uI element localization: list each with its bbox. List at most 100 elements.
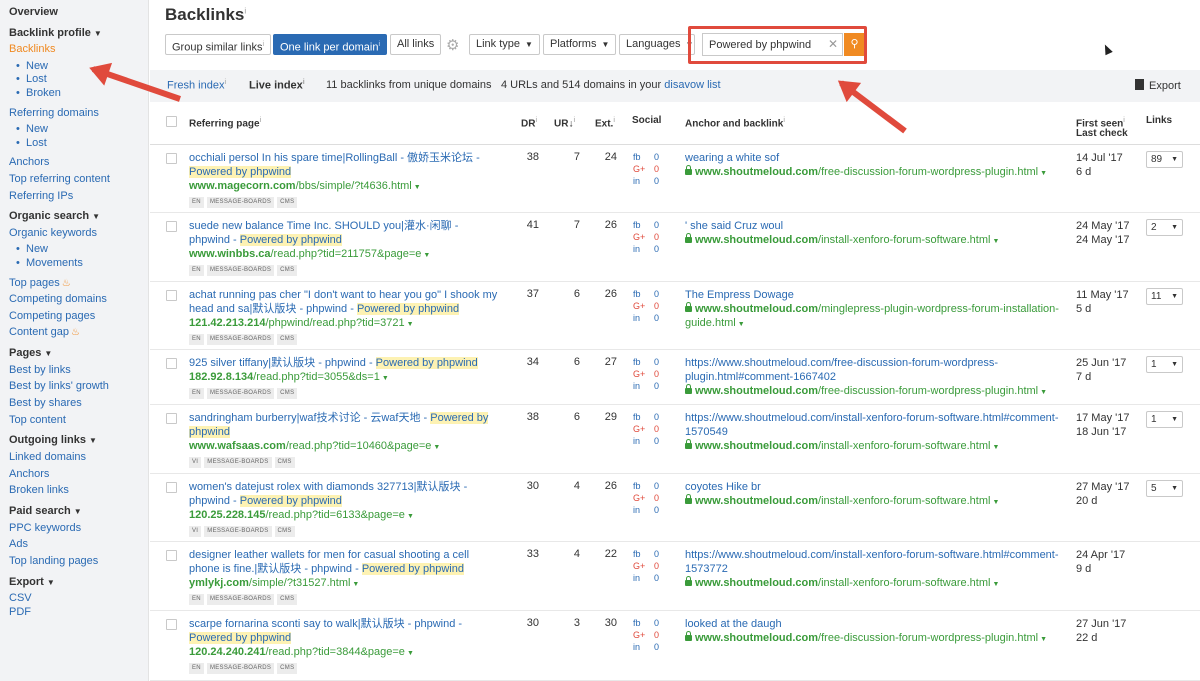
sidebar-section-export[interactable]: Export ▼: [9, 575, 55, 590]
sidebar-item-referring-domains[interactable]: Referring domains: [9, 106, 99, 120]
referring-page-url[interactable]: www.wafsaas.com/read.php?tid=10460&page=…: [189, 439, 501, 455]
chevron-down-icon[interactable]: ▼: [352, 581, 359, 588]
sidebar-item-competing-domains[interactable]: Competing domains: [9, 292, 107, 306]
row-checkbox[interactable]: [166, 221, 177, 232]
chevron-down-icon[interactable]: ▼: [407, 513, 414, 520]
info-icon[interactable]: i: [244, 6, 246, 15]
sidebar-section-pages[interactable]: Pages ▼: [9, 346, 52, 361]
referring-page-url[interactable]: 182.92.8.134/read.php?tid=3055&ds=1 ▼: [189, 370, 501, 386]
anchor-text[interactable]: ' she said Cruz woul: [685, 219, 1060, 233]
sidebar-item-ppc-keywords[interactable]: PPC keywords: [9, 521, 81, 535]
languages-dropdown[interactable]: Languages ▼: [619, 34, 695, 55]
chevron-down-icon[interactable]: ▼: [738, 321, 745, 328]
sidebar-item-refdomains-lost[interactable]: • Lost: [16, 136, 47, 150]
backlink-url[interactable]: www.shoutmeloud.com/install-xenforo-foru…: [685, 576, 1060, 592]
sidebar-item-top-pages[interactable]: Top pages ♨: [9, 276, 71, 291]
link-type-dropdown[interactable]: Link type ▼: [469, 34, 540, 55]
referring-page-title[interactable]: achat running pas cher "I don't want to …: [189, 288, 501, 316]
disavow-list-link[interactable]: disavow list: [664, 79, 720, 91]
chevron-down-icon[interactable]: ▼: [433, 444, 440, 451]
referring-page-title[interactable]: 925 silver tiffany|默认版块 - phpwind - Powe…: [189, 356, 501, 370]
sidebar-item-referring-ips[interactable]: Referring IPs: [9, 189, 73, 203]
sidebar-item-backlinks-new[interactable]: • New: [16, 59, 48, 73]
sidebar-item-csv[interactable]: CSV: [9, 591, 32, 605]
backlink-url[interactable]: www.shoutmeloud.com/install-xenforo-foru…: [685, 439, 1060, 455]
col-ext[interactable]: Ext.i: [595, 115, 615, 130]
col-last-check[interactable]: Last check: [1076, 128, 1128, 140]
links-count-dropdown[interactable]: 2 ▼: [1146, 219, 1183, 236]
backlink-url[interactable]: www.shoutmeloud.com/minglepress-plugin-w…: [685, 302, 1060, 332]
chevron-down-icon[interactable]: ▼: [992, 444, 999, 451]
one-link-per-domain-button[interactable]: One link per domaini: [273, 34, 388, 55]
links-count-dropdown[interactable]: 11 ▼: [1146, 288, 1183, 305]
referring-page-url[interactable]: 120.24.240.241/read.php?tid=3844&page=e ▼: [189, 645, 501, 661]
row-checkbox[interactable]: [166, 482, 177, 493]
sidebar-item-pdf[interactable]: PDF: [9, 605, 31, 619]
sidebar-item-best-by-links-growth[interactable]: Best by links' growth: [9, 379, 109, 393]
referring-page-title[interactable]: scarpe fornarina sconti say to walk|默认版块…: [189, 617, 501, 645]
referring-page-url[interactable]: 121.42.213.214/phpwind/read.php?tid=3721…: [189, 316, 501, 332]
chevron-down-icon[interactable]: ▼: [407, 650, 414, 657]
sidebar-overview[interactable]: Overview: [9, 5, 58, 19]
sidebar-item-outgoing-anchors[interactable]: Anchors: [9, 467, 49, 481]
group-similar-links-button[interactable]: Group similar linksi: [165, 34, 272, 55]
referring-page-url[interactable]: www.winbbs.ca/read.php?tid=211757&page=e…: [189, 247, 501, 263]
links-count-dropdown[interactable]: 1 ▼: [1146, 356, 1183, 373]
row-checkbox[interactable]: [166, 619, 177, 630]
sidebar-item-best-by-shares[interactable]: Best by shares: [9, 396, 82, 410]
col-social[interactable]: Social: [632, 115, 661, 127]
backlink-url[interactable]: www.shoutmeloud.com/free-discussion-foru…: [685, 631, 1060, 647]
sidebar-item-content-gap[interactable]: Content gap ♨: [9, 325, 80, 340]
sidebar-item-broken-links[interactable]: Broken links: [9, 483, 69, 497]
chevron-down-icon[interactable]: ▼: [407, 321, 414, 328]
chevron-down-icon[interactable]: ▼: [992, 581, 999, 588]
col-dr[interactable]: DRi: [521, 115, 537, 130]
sidebar-item-competing-pages[interactable]: Competing pages: [9, 309, 95, 323]
backlink-url[interactable]: www.shoutmeloud.com/install-xenforo-foru…: [685, 233, 1060, 249]
chevron-down-icon[interactable]: ▼: [423, 252, 430, 259]
sidebar-section-paid-search[interactable]: Paid search ▼: [9, 504, 82, 519]
sidebar-item-top-landing-pages[interactable]: Top landing pages: [9, 554, 98, 568]
referring-page-url[interactable]: ymlykj.com/simple/?t31527.html ▼: [189, 576, 501, 592]
sidebar-item-top-content[interactable]: Top content: [9, 413, 66, 427]
row-checkbox[interactable]: [166, 413, 177, 424]
chevron-down-icon[interactable]: ▼: [992, 238, 999, 245]
backlink-url[interactable]: www.shoutmeloud.com/install-xenforo-foru…: [685, 494, 1060, 510]
chevron-down-icon[interactable]: ▼: [1040, 389, 1047, 396]
export-button[interactable]: Export: [1135, 79, 1181, 92]
row-checkbox[interactable]: [166, 358, 177, 369]
col-referring-page[interactable]: Referring pagei: [189, 115, 261, 130]
sidebar-item-linked-domains[interactable]: Linked domains: [9, 450, 86, 464]
fresh-index-tab[interactable]: Fresh indexi: [167, 79, 226, 92]
sidebar-item-keywords-new[interactable]: • New: [16, 242, 48, 256]
anchor-text[interactable]: https://www.shoutmeloud.com/install-xenf…: [685, 411, 1060, 439]
sidebar-item-ads[interactable]: Ads: [9, 537, 28, 551]
referring-page-title[interactable]: sandringham burberry|waf技术讨论 - 云waf天地 - …: [189, 411, 501, 439]
sidebar-section-backlink-profile[interactable]: Backlink profile ▼: [9, 26, 102, 41]
select-all-checkbox[interactable]: [166, 116, 177, 127]
anchor-text[interactable]: looked at the daugh: [685, 617, 1060, 631]
backlink-url[interactable]: www.shoutmeloud.com/free-discussion-foru…: [685, 165, 1060, 181]
sidebar-item-organic-keywords[interactable]: Organic keywords: [9, 226, 97, 240]
sidebar-item-backlinks-lost[interactable]: • Lost: [16, 72, 47, 86]
platforms-dropdown[interactable]: Platforms ▼: [543, 34, 617, 55]
referring-page-title[interactable]: suede new balance Time Inc. SHOULD you|灌…: [189, 219, 501, 247]
live-index-tab[interactable]: Live indexi: [249, 79, 305, 92]
anchor-text[interactable]: coyotes Hike br: [685, 480, 1060, 494]
row-checkbox[interactable]: [166, 290, 177, 301]
sidebar-item-backlinks[interactable]: Backlinks: [9, 42, 55, 56]
chevron-down-icon[interactable]: ▼: [1040, 636, 1047, 643]
sidebar-section-outgoing-links[interactable]: Outgoing links ▼: [9, 433, 97, 448]
col-links[interactable]: Links: [1146, 115, 1172, 127]
chevron-down-icon[interactable]: ▼: [1040, 170, 1047, 177]
links-count-dropdown[interactable]: 1 ▼: [1146, 411, 1183, 428]
links-count-dropdown[interactable]: 5 ▼: [1146, 480, 1183, 497]
anchor-text[interactable]: wearing a white sof: [685, 151, 1060, 165]
row-checkbox[interactable]: [166, 153, 177, 164]
sidebar-item-backlinks-broken[interactable]: • Broken: [16, 86, 61, 100]
col-anchor[interactable]: Anchor and backlinki: [685, 115, 785, 130]
chevron-down-icon[interactable]: ▼: [992, 499, 999, 506]
referring-page-url[interactable]: 120.25.228.145/read.php?tid=6133&page=e ▼: [189, 508, 501, 524]
all-links-button[interactable]: All links: [390, 34, 442, 55]
chevron-down-icon[interactable]: ▼: [382, 375, 389, 382]
